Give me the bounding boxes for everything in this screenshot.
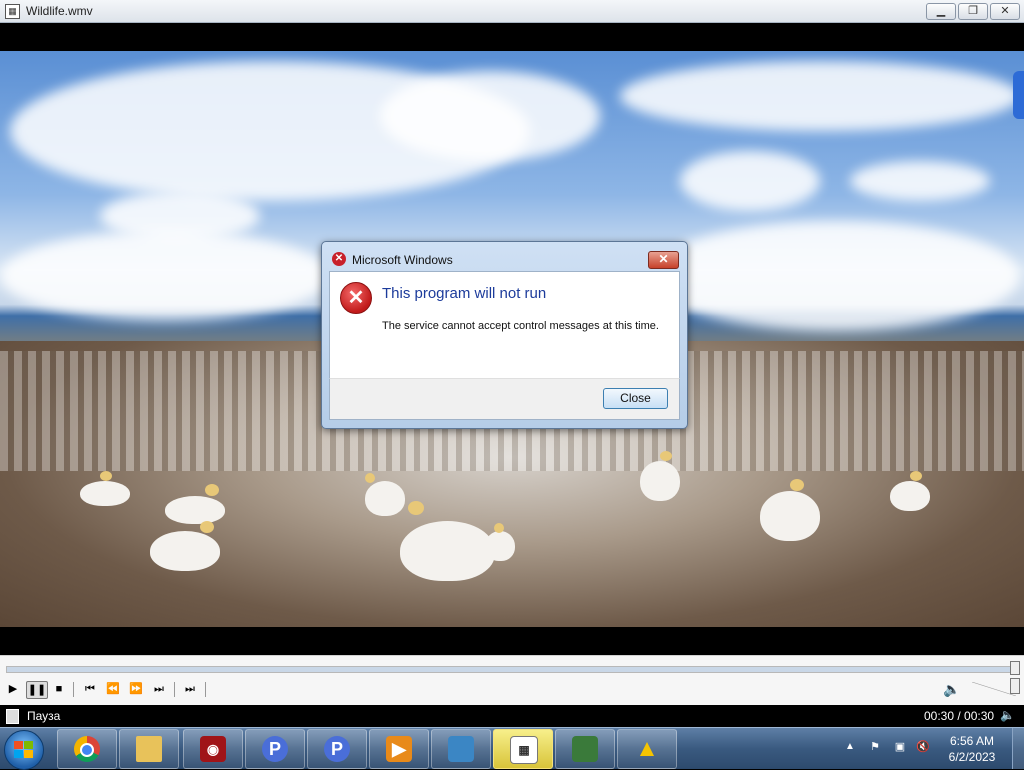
calendar-icon: ▦ (510, 736, 538, 764)
separator (73, 682, 74, 697)
close-button[interactable]: Close (603, 388, 668, 409)
skip-back-icon: ⏮ (85, 683, 95, 695)
play-media-icon: ▶ (386, 736, 412, 762)
taskbar-screen-recorder[interactable]: ◉ (183, 729, 243, 769)
p-app-icon: P (262, 736, 288, 762)
clock-date: 6/2/2023 (948, 750, 996, 764)
show-desktop-button[interactable] (1012, 728, 1024, 769)
document-icon (6, 709, 19, 724)
dialog-body: ✕ This program will not run The service … (329, 271, 680, 379)
playback-status: Пауза (27, 709, 61, 723)
next-button[interactable]: ⏭ (150, 681, 168, 697)
error-icon: ✕ (340, 282, 372, 314)
start-button[interactable] (4, 730, 44, 770)
stop-button[interactable]: ■ (52, 681, 66, 697)
p-app-icon: P (324, 736, 350, 762)
restore-button[interactable]: ❐ (958, 3, 988, 20)
seek-thumb[interactable] (1010, 661, 1020, 675)
dialog-heading: This program will not run (382, 285, 547, 302)
volume-icon[interactable]: 🔈 (943, 681, 960, 698)
separator (174, 682, 175, 697)
pause-button[interactable]: ❚❚ (26, 681, 48, 699)
chrome-icon (74, 736, 100, 762)
minimize-button[interactable]: ▁ (926, 3, 956, 20)
clock-time: 6:56 AM (949, 734, 995, 748)
volume-muted-icon[interactable]: 🔇 (916, 740, 930, 754)
error-icon: ✕ (332, 252, 346, 266)
fast-forward-button[interactable]: ⏩ (127, 681, 145, 697)
taskbar-photo-viewer[interactable] (431, 729, 491, 769)
dialog-title: Microsoft Windows (352, 253, 453, 267)
play-button[interactable]: ▶ (6, 681, 20, 697)
close-icon: ✕ (658, 252, 669, 266)
fast-forward-icon: ⏩ (129, 683, 143, 695)
taskbar-calendar-app[interactable]: ▦ (493, 729, 553, 769)
network-icon[interactable]: ▣ (893, 740, 907, 754)
rewind-icon: ⏪ (106, 683, 120, 695)
switch-to-library-button[interactable]: ⏭ (181, 681, 199, 697)
taskbar-network-monitor[interactable] (555, 729, 615, 769)
close-icon: ✕ (1000, 5, 1010, 17)
volume-thumb[interactable] (1010, 678, 1020, 694)
speaker-icon[interactable]: 🔈 (1000, 708, 1015, 722)
dialog-message: The service cannot accept control messag… (382, 320, 659, 332)
skip-forward-icon: ⏭ (154, 683, 164, 695)
playback-time: 00:30 / 00:30 (924, 709, 995, 723)
taskbar-warning-app[interactable]: ▲ (617, 729, 677, 769)
taskbar-file-explorer[interactable] (119, 729, 179, 769)
status-bar: Пауза 00:30 / 00:30 🔈 (0, 705, 1024, 727)
media-player-icon: ▦ (5, 4, 20, 19)
video-camera-icon: ◉ (200, 736, 226, 762)
taskbar-p-app[interactable]: P (245, 729, 305, 769)
player-controls: ▶ ❚❚ ■ ⏮ ⏪ ⏩ ⏭ ⏭ 🔈 (0, 655, 1024, 706)
separator (205, 682, 206, 697)
taskbar-chrome[interactable] (57, 729, 117, 769)
restore-icon: ❐ (968, 5, 978, 17)
taskbar: ◉ P P ▶ ▦ ▲ ▲ ⚑ ▣ 🔇 6:56 AM 6/2/2023 (0, 727, 1024, 770)
dialog-close-button[interactable]: ✕ (648, 251, 679, 269)
stop-icon: ■ (55, 683, 63, 695)
dialog-footer: Close (329, 378, 680, 420)
seek-progress (7, 667, 1017, 672)
seek-bar[interactable] (6, 666, 1018, 673)
show-hidden-icons-button[interactable]: ▲ (845, 741, 855, 752)
window-title: Wildlife.wmv (26, 4, 93, 18)
window-titlebar: ▦ Wildlife.wmv ▁ ❐ ✕ (0, 0, 1024, 23)
close-window-button[interactable]: ✕ (990, 3, 1020, 20)
action-center-icon[interactable]: ⚑ (868, 740, 882, 754)
play-icon: ▶ (8, 683, 18, 695)
frame-step-icon: ⏭ (185, 683, 195, 695)
error-dialog: ✕ Microsoft Windows ✕ ✕ This program wil… (321, 241, 688, 429)
warning-icon: ▲ (635, 735, 659, 762)
rewind-button[interactable]: ⏪ (104, 681, 122, 697)
side-tab[interactable] (1013, 71, 1024, 119)
taskbar-media-player[interactable]: ▶ (369, 729, 429, 769)
windows-logo-icon (14, 741, 34, 759)
taskbar-p-app-2[interactable]: P (307, 729, 367, 769)
folder-icon (136, 736, 162, 762)
pause-icon: ❚❚ (27, 684, 47, 696)
monitor-icon (572, 736, 598, 762)
clock[interactable]: 6:56 AM 6/2/2023 (940, 733, 1004, 765)
photo-icon (448, 736, 474, 762)
previous-button[interactable]: ⏮ (81, 681, 99, 697)
minimize-icon: ▁ (936, 5, 946, 17)
